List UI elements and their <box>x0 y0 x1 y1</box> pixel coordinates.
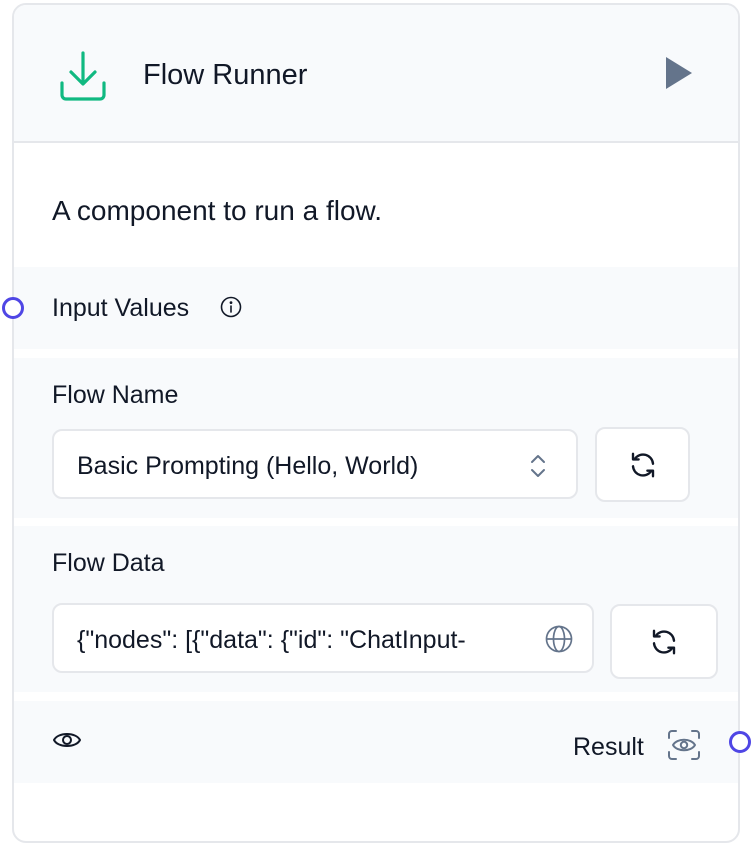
flow-data-input[interactable]: {"nodes": [{"data": {"id": "ChatInput- <box>52 603 594 673</box>
flow-name-select[interactable]: Basic Prompting (Hello, World) <box>52 429 578 499</box>
chevron-up-down-icon <box>531 455 545 477</box>
flow-data-label: Flow Data <box>52 549 165 577</box>
result-output-handle[interactable] <box>729 731 751 753</box>
result-output: Result <box>14 701 738 783</box>
flow-data-field: Flow Data {"nodes": [{"data": {"id": "Ch… <box>14 526 738 692</box>
flow-name-value: Basic Prompting (Hello, World) <box>77 452 419 480</box>
refresh-icon <box>631 452 654 477</box>
flow-data-value: {"nodes": [{"data": {"id": "ChatInput- <box>77 626 466 654</box>
flow-name-field: Flow Name Basic Prompting (Hello, World) <box>14 358 738 518</box>
node-header: Flow Runner <box>14 5 738 143</box>
flow-data-refresh-button[interactable] <box>610 604 718 679</box>
node-description: A component to run a flow. <box>52 195 382 226</box>
flow-runner-node[interactable]: Flow Runner A component to run a flow. I… <box>12 3 740 843</box>
input-values-label: Input Values <box>52 294 190 322</box>
play-icon[interactable] <box>658 53 698 93</box>
eye-icon[interactable] <box>52 728 82 752</box>
download-icon <box>60 51 106 101</box>
input-values-field: Input Values <box>14 267 738 349</box>
info-icon[interactable] <box>220 296 242 318</box>
flow-name-label: Flow Name <box>52 381 179 409</box>
input-values-handle[interactable] <box>2 297 24 319</box>
scan-eye-icon[interactable] <box>666 728 702 762</box>
refresh-icon <box>652 629 676 654</box>
globe-icon[interactable] <box>544 624 574 654</box>
flow-name-refresh-button[interactable] <box>595 427 690 502</box>
node-title: Flow Runner <box>143 59 308 91</box>
result-label: Result <box>573 733 644 761</box>
